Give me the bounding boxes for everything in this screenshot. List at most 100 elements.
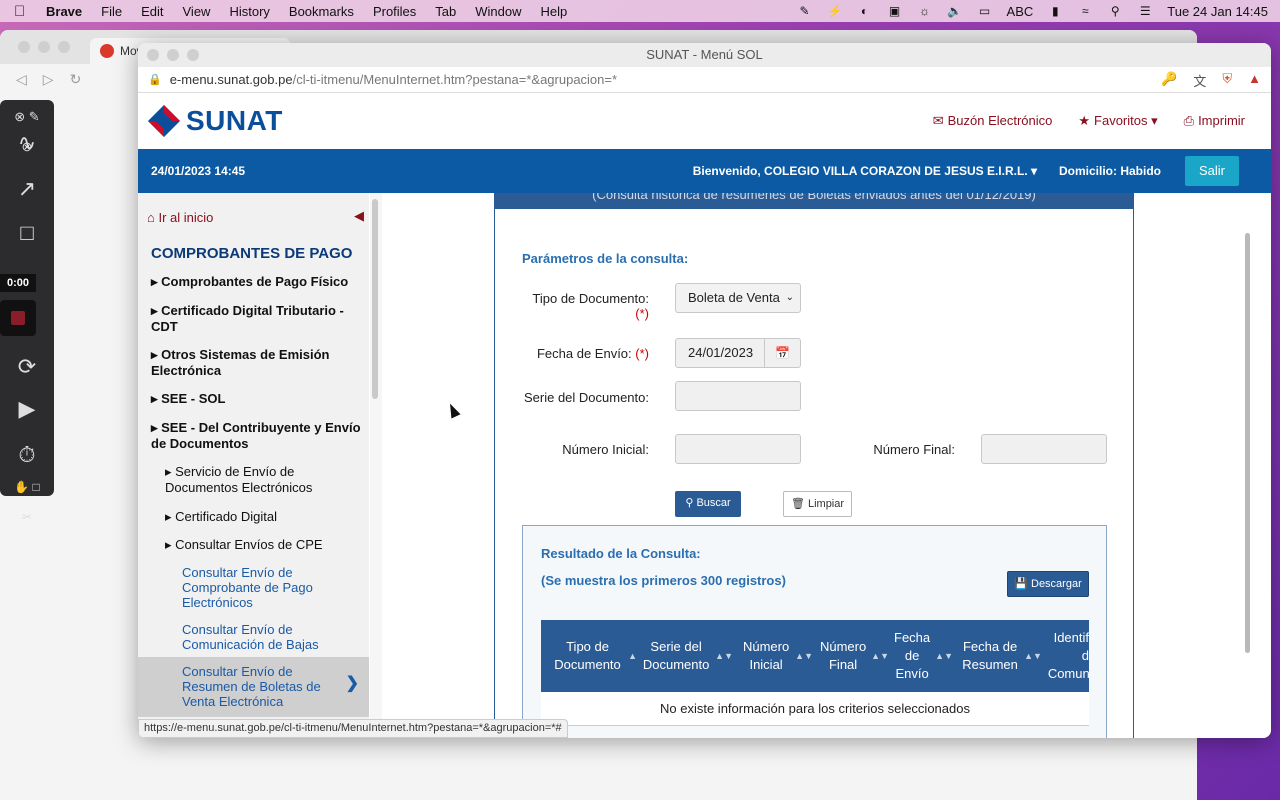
- menu-bookmarks[interactable]: Bookmarks: [289, 4, 354, 19]
- sidebar-item-cdt[interactable]: ▸ Certificado Digital Tributario - CDT: [151, 303, 361, 335]
- sidebar-sub-servicio[interactable]: ▸ Servicio de Envío de Documentos Electr…: [165, 464, 345, 496]
- home-link[interactable]: ⌂ Ir al inicio: [147, 210, 213, 225]
- color-picker-icon[interactable]: ⟳: [8, 352, 46, 382]
- page-scrollbar[interactable]: [1241, 223, 1253, 663]
- col-tipo-documento[interactable]: Tipo de Documento ▲: [551, 620, 637, 692]
- window-minimize-button[interactable]: [167, 49, 179, 61]
- clock[interactable]: Tue 24 Jan 14:45: [1167, 4, 1268, 19]
- sidebar-sub-consultar[interactable]: ▸ Consultar Envíos de CPE: [165, 537, 369, 553]
- menu-help[interactable]: Help: [541, 4, 568, 19]
- site-header: SUNAT ✉ Buzón Electrónico ★ Favoritos ▾ ⎙ I…: [138, 93, 1271, 149]
- stop-record-button[interactable]: [0, 300, 36, 336]
- hand-tool-icon[interactable]: ✋ □ ✂: [8, 472, 46, 524]
- numero-inicial-label: Número Inicial:: [562, 442, 649, 457]
- battery-icon[interactable]: ▮: [1047, 4, 1063, 18]
- menu-app[interactable]: Brave: [46, 4, 82, 19]
- window-zoom-button[interactable]: [187, 49, 199, 61]
- collapse-sidebar-icon[interactable]: ◀: [354, 208, 364, 224]
- freehand-icon[interactable]: ∿: [8, 128, 46, 158]
- arrow-tool-icon[interactable]: ↗: [8, 174, 46, 204]
- sidebar-item-see-sol[interactable]: ▸ SEE - SOL: [151, 391, 361, 407]
- rectangle-tool-icon[interactable]: □: [8, 218, 46, 248]
- tipo-doc-select[interactable]: Boleta de Venta ⌄: [675, 283, 801, 313]
- window-close-button[interactable]: [147, 49, 159, 61]
- sidebar-leaf-resumen-label: Consultar Envío de Resumen de Boletas de…: [182, 664, 321, 709]
- address-bar[interactable]: 🔒 e-menu.sunat.gob.pe/cl-ti-itmenu/MenuI…: [138, 67, 1271, 93]
- descargar-button[interactable]: 💾 Descargar: [1007, 571, 1089, 597]
- numero-final-input[interactable]: [981, 434, 1107, 464]
- imprimir-link[interactable]: ⎙ Imprimir: [1184, 113, 1245, 129]
- envelope-icon: ✉: [932, 113, 944, 128]
- col-numero-final[interactable]: Número Final ▲▼: [819, 620, 889, 692]
- sidebar-sub-certificado[interactable]: ▸ Certificado Digital: [165, 509, 369, 525]
- calendar-icon[interactable]: 📅: [764, 339, 800, 367]
- window-titlebar: SUNAT - Menú SOL: [138, 43, 1271, 67]
- mac-menubar:  Brave File Edit View History Bookmarks…: [0, 0, 1280, 22]
- sidebar-scrollbar[interactable]: [370, 193, 382, 738]
- display-icon[interactable]: ▭: [977, 4, 993, 18]
- wifi-icon[interactable]: ≈: [1077, 4, 1093, 18]
- input-source[interactable]: ABC: [1007, 4, 1034, 19]
- buscar-button[interactable]: ⚲ Buscar: [675, 491, 741, 517]
- bolt-icon[interactable]: ⚡: [827, 4, 843, 18]
- recording-timer: 0:00: [0, 274, 36, 292]
- menu-history[interactable]: History: [229, 4, 269, 19]
- menu-file[interactable]: File: [101, 4, 122, 19]
- sidebar-leaf-resumen-active[interactable]: Consultar Envío de Resumen de Boletas de…: [138, 657, 369, 717]
- forward-icon[interactable]: ▷: [43, 71, 54, 88]
- menu-edit[interactable]: Edit: [141, 4, 163, 19]
- logo-text: SUNAT: [186, 105, 283, 136]
- favoritos-link[interactable]: ★ Favoritos ▾: [1078, 113, 1157, 129]
- session-date: 24/01/2023 14:45: [151, 164, 246, 178]
- pen-icon[interactable]: ✎: [797, 4, 813, 18]
- window-icon[interactable]: ▣: [887, 4, 903, 18]
- col-numero-inicial[interactable]: Número Inicial ▲▼: [741, 620, 813, 692]
- col-fecha-envio[interactable]: Fecha de Envío ▲▼: [893, 620, 953, 692]
- brave-shield-icon[interactable]: ⛨: [1222, 71, 1232, 90]
- translate-icon[interactable]: 文: [1193, 71, 1206, 90]
- welcome-user[interactable]: Bienvenido, COLEGIO VILLA CORAZON DE JES…: [693, 164, 1037, 178]
- key-icon[interactable]: 🔑: [1161, 71, 1177, 90]
- brave-rewards-icon[interactable]: ▲: [1248, 71, 1261, 90]
- search-icon[interactable]: ⚲: [1107, 4, 1123, 18]
- minimize-dot[interactable]: [38, 41, 50, 53]
- user-caret-icon: ▾: [1030, 164, 1037, 178]
- sidebar-leaf-bajas[interactable]: Consultar Envío de Comunicación de Bajas: [182, 622, 332, 652]
- col-identificador[interactable]: Identificador de Comunicación: [1048, 620, 1089, 692]
- limpiar-button[interactable]: 🗑 Limpiar: [783, 491, 852, 517]
- menu-profiles[interactable]: Profiles: [373, 4, 416, 19]
- trash-icon: 🗑: [790, 498, 805, 510]
- serie-input[interactable]: [675, 381, 801, 411]
- control-center-icon[interactable]: ☰: [1137, 4, 1153, 18]
- contrast-icon[interactable]: ◐: [857, 4, 873, 18]
- sidebar-item-otros[interactable]: ▸ Otros Sistemas de Emisión Electrónica: [151, 347, 361, 379]
- menu-window[interactable]: Window: [475, 4, 521, 19]
- url-text[interactable]: e-menu.sunat.gob.pe/cl-ti-itmenu/MenuInt…: [170, 72, 617, 87]
- reload-icon[interactable]: ↻: [70, 71, 82, 88]
- results-box: Resultado de la Consulta: (Se muestra lo…: [522, 525, 1107, 738]
- numero-inicial-input[interactable]: [675, 434, 801, 464]
- play-icon[interactable]: ▶: [8, 394, 46, 424]
- sidebar-item-see-contribuyente[interactable]: ▸ SEE - Del Contribuyente y Envío de Doc…: [151, 420, 361, 452]
- col-serie[interactable]: Serie del Documento ▲▼: [641, 620, 733, 692]
- timer-icon[interactable]: ⏱: [8, 440, 46, 470]
- close-dot[interactable]: [18, 41, 30, 53]
- brightness-icon[interactable]: ☼: [917, 4, 933, 18]
- menu-view[interactable]: View: [183, 4, 211, 19]
- results-subtitle: (Se muestra los primeros 300 registros): [541, 573, 786, 588]
- menu-tab[interactable]: Tab: [435, 4, 456, 19]
- salir-button[interactable]: Salir: [1185, 156, 1239, 186]
- fecha-envio-input[interactable]: 24/01/2023 📅: [675, 338, 801, 368]
- select-chevron-icon: ⌄: [785, 292, 794, 303]
- back-icon[interactable]: ◁: [16, 71, 27, 88]
- col-fecha-resumen[interactable]: Fecha de Resumen ▲▼: [959, 620, 1043, 692]
- zoom-dot[interactable]: [58, 41, 70, 53]
- sunat-logo[interactable]: SUNAT: [146, 103, 283, 139]
- buzon-link[interactable]: ✉ Buzón Electrónico: [933, 113, 1053, 129]
- caret-down-icon: ▾: [1151, 113, 1158, 128]
- volume-icon[interactable]: 🔈: [947, 4, 963, 18]
- lock-icon[interactable]: 🔒: [148, 73, 162, 86]
- sidebar-leaf-comprobante[interactable]: Consultar Envío de Comprobante de Pago E…: [182, 565, 332, 610]
- sidebar-item-fisico[interactable]: ▸ Comprobantes de Pago Físico: [151, 274, 361, 290]
- apple-icon[interactable]: : [14, 3, 32, 20]
